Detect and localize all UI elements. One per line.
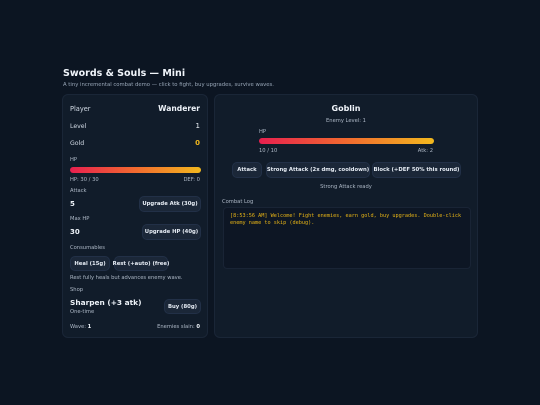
player-hp-text: HP: 30 / 30 [70, 177, 99, 183]
maxhp-value: 30 [70, 228, 80, 236]
enemy-name[interactable]: Goblin [215, 104, 477, 113]
strong-attack-button[interactable]: Strong Attack (2x dmg, cooldown) [266, 162, 370, 178]
combat-log-label: Combat Log [222, 199, 254, 205]
upgrade-attack-button[interactable]: Upgrade Atk (30g) [139, 196, 201, 212]
player-hp-bar [70, 167, 201, 173]
consumables-label: Consumables [70, 245, 105, 251]
maxhp-label: Max HP [70, 216, 90, 222]
attack-value: 5 [70, 200, 75, 208]
enemy-hp-text: 10 / 10 [259, 148, 278, 154]
header: Swords & Souls — Mini A tiny incremental… [63, 68, 274, 88]
wave-label: Wave: [70, 324, 86, 330]
slain-label: Enemies slain: [157, 324, 195, 330]
buy-button[interactable]: Buy (80g) [164, 299, 201, 314]
combat-log[interactable]: [8:53:56 AM] Welcome! Fight enemies, ear… [223, 207, 471, 269]
enemy-level: Enemy Level: 1 [326, 118, 366, 124]
shop-item-sub: One-time [70, 309, 95, 315]
heal-button[interactable]: Heal (15g) [70, 256, 110, 271]
rest-note: Rest fully heals but advances enemy wave… [70, 275, 183, 281]
attack-button[interactable]: Attack [232, 162, 262, 178]
gold-label: Gold [70, 140, 85, 147]
slain-value: 0 [196, 324, 200, 330]
wave-value: 1 [87, 324, 92, 330]
wave-counter: Wave: 1 [70, 324, 91, 330]
app-title: Swords & Souls — Mini [63, 68, 186, 79]
player-name: Wanderer [158, 104, 200, 113]
upgrade-hp-button[interactable]: Upgrade HP (40g) [142, 224, 201, 240]
player-label: Player [70, 105, 91, 113]
enemy-hp-bar [259, 138, 434, 144]
shop-item-name: Sharpen (+3 atk) [70, 298, 142, 307]
strong-attack-status: Strong Attack ready [320, 184, 372, 190]
gold-value: 0 [195, 139, 200, 147]
block-button[interactable]: Block (+DEF 50% this round) [372, 162, 461, 178]
enemy-panel: Goblin Enemy Level: 1 HP 10 / 10 Atk: 2 … [214, 94, 478, 338]
level-label: Level [70, 123, 87, 130]
player-def-text: DEF: 0 [183, 177, 200, 183]
player-panel: Player Wanderer Level 1 Gold 0 HP HP: 30… [62, 94, 208, 338]
shop-label: Shop [70, 287, 84, 293]
enemy-hp-label: HP [259, 129, 267, 135]
app-subtitle: A tiny incremental combat demo — click t… [63, 82, 274, 88]
enemy-atk-text: Atk: 2 [417, 148, 433, 154]
rest-button[interactable]: Rest (+auto) (free) [113, 256, 169, 271]
player-hp-label: HP [70, 157, 78, 163]
slain-counter: Enemies slain: 0 [157, 324, 200, 330]
attack-label: Attack [70, 188, 87, 194]
level-value: 1 [195, 122, 200, 130]
